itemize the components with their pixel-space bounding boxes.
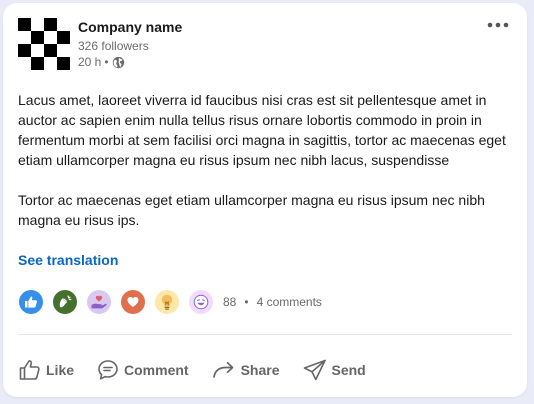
funny-reaction-icon[interactable]	[189, 290, 213, 314]
send-paper-plane-icon	[303, 359, 326, 381]
comment-label: Comment	[124, 362, 189, 378]
post-card: Company name 326 followers 20 h • Lacus …	[3, 3, 527, 397]
share-label: Share	[240, 362, 280, 378]
comments-count-link[interactable]: 4 comments	[257, 295, 322, 309]
post-body-paragraph-2: Tortor ac maecenas eget etiam ullamcorpe…	[18, 192, 485, 228]
company-name[interactable]: Company name	[78, 19, 182, 35]
support-reaction-icon[interactable]	[87, 290, 111, 314]
post-meta: 20 h •	[78, 55, 125, 69]
celebrate-reaction-icon[interactable]	[53, 290, 77, 314]
like-label: Like	[46, 362, 75, 378]
send-button[interactable]: Send	[302, 358, 366, 382]
company-logo[interactable]	[18, 18, 70, 70]
reaction-count[interactable]: 88	[223, 295, 236, 309]
post-actions-bar: Like Comment Share Send	[18, 355, 388, 385]
post-time: 20 h	[78, 55, 102, 69]
share-button[interactable]: Share	[211, 358, 280, 382]
reactions-bar: 88 • 4 comments	[19, 290, 322, 314]
thumbs-up-icon	[19, 360, 40, 380]
page-background: Company name 326 followers 20 h • Lacus …	[0, 0, 534, 404]
comment-button[interactable]: Comment	[96, 358, 189, 382]
actions-divider	[18, 334, 512, 335]
like-reaction-icon[interactable]	[19, 290, 43, 314]
comment-icon	[98, 360, 118, 380]
send-label: Send	[331, 362, 366, 378]
globe-icon	[112, 56, 124, 68]
share-arrow-icon	[212, 361, 233, 378]
social-separator: •	[244, 295, 249, 309]
more-options-button[interactable]	[483, 15, 513, 35]
followers-count: 326 followers	[78, 39, 149, 53]
post-body-paragraph-1: Lacus amet, laoreet viverra id faucibus …	[18, 92, 506, 168]
see-translation-link[interactable]: See translation	[18, 252, 118, 268]
insightful-reaction-icon[interactable]	[155, 290, 179, 314]
more-horizontal-icon	[487, 22, 509, 28]
like-button[interactable]: Like	[18, 358, 74, 382]
meta-separator: •	[104, 55, 109, 69]
love-reaction-icon[interactable]	[121, 290, 145, 314]
